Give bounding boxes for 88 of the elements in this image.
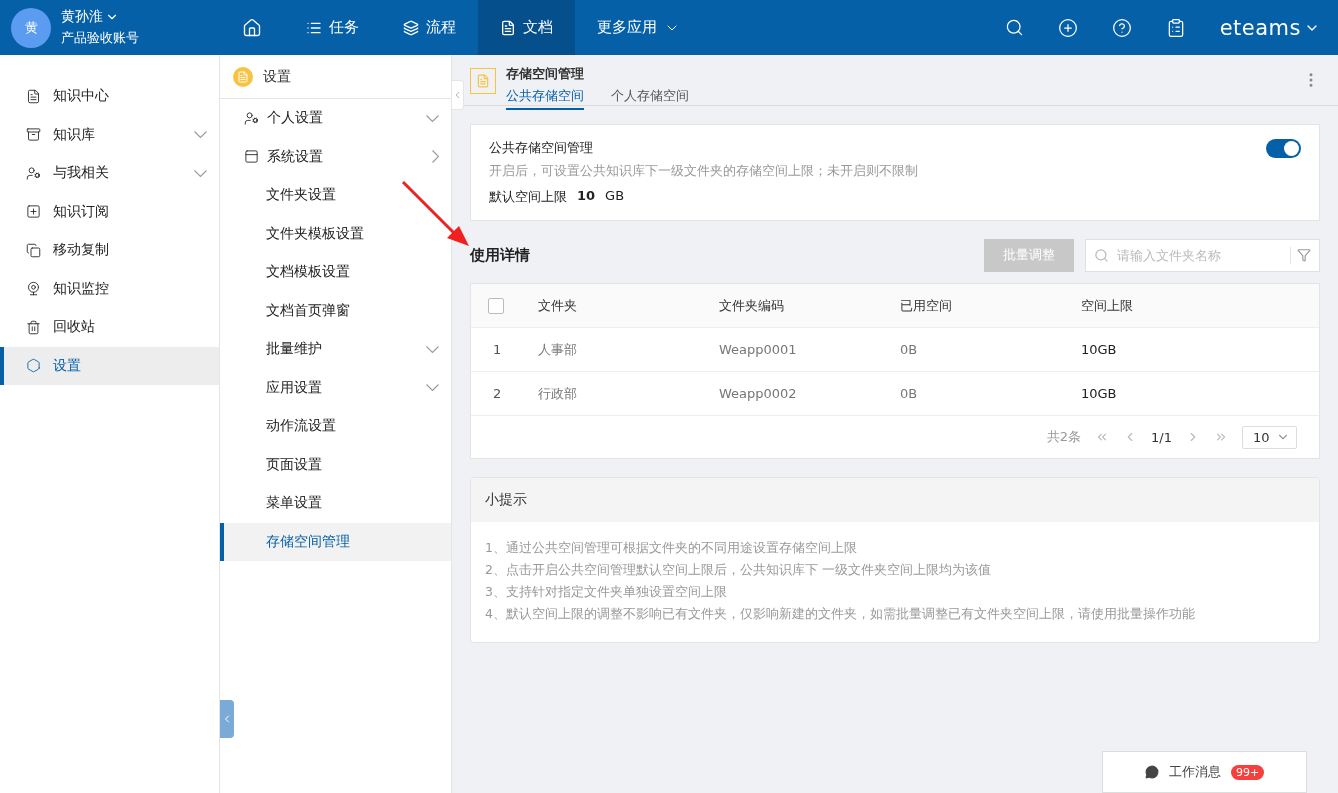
table-cell-text: 行政部 (538, 384, 578, 403)
table-cell-text: 0B (900, 342, 919, 357)
collapse-handle[interactable] (220, 700, 234, 738)
page-title: 存储空间管理 (506, 65, 585, 83)
page-tab[interactable]: 个人存储空间 (611, 87, 689, 110)
menu-item[interactable]: 个人设置 (220, 99, 451, 138)
table-cell-text: Weapp0001 (719, 342, 798, 357)
user-name[interactable]: 黄孙淮 (61, 8, 103, 26)
menu-item[interactable]: 系统设置 (220, 137, 451, 176)
limit-value: 10 (577, 188, 596, 205)
nav-tab[interactable]: 文档 (478, 0, 575, 55)
menu-item[interactable]: 文档模板设置 (220, 253, 451, 292)
account-name: 产品验收账号 (61, 29, 139, 47)
select-all-checkbox[interactable] (488, 297, 504, 314)
card-description: 开启后，可设置公共知识库下一级文件夹的存储空间上限；未开启则不限制 (489, 163, 918, 180)
camera-icon (26, 281, 41, 297)
sidebar-item[interactable]: 回收站 (0, 308, 219, 347)
menu-item[interactable]: 文件夹模板设置 (220, 214, 451, 253)
nav-tab[interactable]: 更多应用 (575, 0, 702, 55)
limit-unit: GB (605, 188, 625, 205)
sidebar-item[interactable]: 设置 (0, 346, 219, 385)
page-tab[interactable]: 公共存储空间 (506, 87, 584, 110)
menu-item[interactable]: 页面设置 (220, 445, 451, 484)
menu-item[interactable]: 文件夹设置 (220, 176, 451, 215)
layers-icon (403, 19, 419, 36)
copy-icon (26, 242, 41, 258)
help-icon[interactable] (1111, 17, 1132, 38)
sidebar-item[interactable]: 知识中心 (0, 77, 219, 116)
menu-item[interactable]: 动作流设置 (220, 407, 451, 446)
home-icon (242, 17, 262, 38)
total-count: 共2条 (1046, 428, 1082, 446)
archive-icon (26, 127, 41, 143)
sidebar-item[interactable]: 知识监控 (0, 269, 219, 308)
section-title: 使用详情 (470, 245, 530, 265)
menu-item[interactable]: 文档首页弹窗 (220, 291, 451, 330)
sidebar-item[interactable]: 移动复制 (0, 231, 219, 270)
document-icon (233, 66, 253, 87)
table-cell-text: 10GB (1081, 342, 1118, 357)
user-settings-icon (244, 110, 259, 126)
search-icon[interactable] (1004, 18, 1024, 37)
table-cell-text: 人事部 (538, 340, 578, 359)
table-cell-text: 10GB (1081, 386, 1118, 401)
limit-label: 默认空间上限 (489, 188, 567, 206)
menu-item[interactable]: 批量维护 (220, 330, 451, 369)
table-cell-text: 0B (900, 386, 919, 401)
collapse-handle[interactable] (452, 80, 464, 110)
settings-icon (26, 358, 41, 374)
nav-tab[interactable]: 任务 (284, 0, 381, 55)
menu-item[interactable]: 存储空间管理 (220, 522, 451, 561)
nav-tab[interactable]: 流程 (381, 0, 478, 55)
table-cell-text: Weapp0002 (719, 386, 798, 401)
document-icon (470, 68, 496, 94)
messages-button[interactable]: 工作消息 99+ (1102, 751, 1307, 793)
filter-icon[interactable] (1297, 248, 1311, 262)
row-number: 1 (492, 342, 503, 357)
menu-item[interactable]: 菜单设置 (220, 484, 451, 523)
sidebar-item[interactable]: 知识库 (0, 115, 219, 154)
document-icon (26, 88, 41, 104)
search-field[interactable]: 请输入文件夹名称 (1085, 238, 1320, 272)
last-page-icon[interactable] (1214, 430, 1228, 444)
tip-text: 2、点击开启公共空间管理默认空间上限后，公共知识库下 一级文件夹空间上限均为该值 (485, 562, 992, 578)
column-header: 文件夹编码 (719, 296, 785, 315)
page-size-select[interactable]: 10 (1242, 425, 1297, 449)
count-badge: 99+ (1230, 764, 1265, 780)
column-header: 文件夹 (538, 296, 578, 315)
tip-text: 1、通过公共空间管理可根据文件夹的不同用途设置存储空间上限 (485, 540, 858, 556)
document-icon (500, 19, 516, 36)
menu-item[interactable]: 应用设置 (220, 368, 451, 407)
tip-text: 4、默认空间上限的调整不影响已有文件夹，仅影响新建的文件夹，如需批量调整已有文件夹空间上限，请使用批量操作功能 (485, 606, 1196, 622)
menu-title: 设置 (263, 67, 291, 86)
column-header: 空间上限 (1081, 296, 1134, 315)
toggle-switch[interactable] (1266, 139, 1301, 158)
chat-bubble-icon (1144, 765, 1159, 779)
column-header: 已用空间 (900, 296, 953, 315)
panel-icon (244, 149, 259, 165)
brand-logo[interactable]: eteams (1219, 15, 1301, 40)
user-settings-icon (26, 165, 41, 181)
trash-icon (26, 319, 41, 335)
search-icon (1094, 247, 1109, 263)
tips-title: 小提示 (471, 478, 1319, 522)
tip-text: 3、支持针对指定文件夹单独设置空间上限 (485, 584, 728, 600)
add-icon[interactable] (1057, 17, 1078, 38)
plus-square-icon (26, 204, 41, 220)
card-title: 公共存储空间管理 (489, 139, 594, 157)
sidebar-item[interactable]: 知识订阅 (0, 192, 219, 231)
row-number: 2 (492, 386, 503, 401)
page-indicator: 1/1 (1151, 429, 1172, 445)
sidebar-item[interactable]: 与我相关 (0, 154, 219, 193)
